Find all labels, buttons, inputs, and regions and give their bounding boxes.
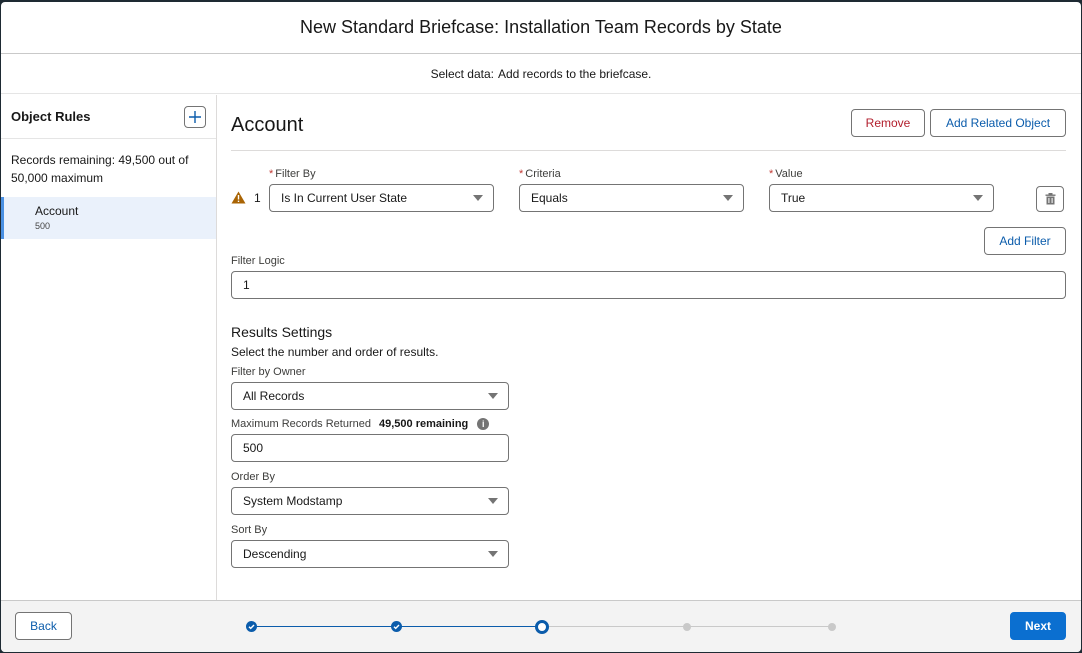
object-rules-sidebar: Object Rules Records remaining: 49,500 o… [1,95,217,600]
add-object-button[interactable] [184,105,206,128]
modal-body: Object Rules Records remaining: 49,500 o… [1,95,1081,600]
step-description: Add records to the briefcase. [497,66,652,81]
progress-connector [686,626,832,627]
order-by-label: Order By [231,471,276,483]
sidebar-item-count: 500 [35,221,51,231]
briefcase-modal: New Standard Briefcase: Installation Tea… [1,2,1081,652]
step-name: Select data: [430,66,494,81]
filter-by-select[interactable]: Is In Current User State [269,184,494,212]
modal-header: New Standard Briefcase: Installation Tea… [1,2,1081,54]
sort-by-select[interactable]: Descending [231,540,509,568]
progress-connector [396,626,542,627]
filter-logic-input[interactable]: 1 [231,271,1066,299]
object-detail-panel: Account Remove Add Related Object 1 * Fil… [217,95,1081,600]
sidebar-title: Object Rules [11,109,91,124]
results-settings-description: Select the number and order of results. [231,345,439,359]
progress-step-completed[interactable] [245,621,257,632]
modal-subheader: Select data: Add records to the briefcas… [1,54,1081,94]
sidebar-item-account[interactable]: Account 500 [1,197,216,239]
chevron-down-icon [473,195,483,201]
warning-icon [231,191,246,204]
value-select[interactable]: True [769,184,994,212]
progress-connector [251,626,397,627]
delete-filter-button[interactable] [1036,186,1064,212]
sort-by-label: Sort By [231,524,268,536]
chevron-down-icon [488,393,498,399]
filter-logic-label: Filter Logic [231,255,285,267]
object-title: Account [231,114,304,136]
chevron-down-icon [488,498,498,504]
check-icon [248,624,255,630]
modal-title: New Standard Briefcase: Installation Tea… [300,17,782,37]
filter-by-owner-select[interactable]: All Records [231,382,509,410]
chevron-down-icon [723,195,733,201]
check-icon [393,624,400,630]
add-related-object-button[interactable]: Add Related Object [930,108,1066,137]
progress-indicator [1,601,1081,652]
filter-row: 1 * Filter By Is In Current User State * C… [231,151,1066,221]
progress-step-upcoming[interactable] [828,622,836,631]
max-records-input[interactable]: 500 [231,434,509,462]
records-remaining-badge: 49,500 remaining [379,418,469,430]
max-records-label: Maximum Records Returned [231,418,371,430]
progress-connector [541,626,687,627]
records-remaining: Records remaining: 49,500 out of 50,000 … [11,153,189,185]
filter-by-owner-label: Filter by Owner [231,366,306,378]
criteria-select[interactable]: Equals [519,184,744,212]
progress-step-current[interactable] [534,619,549,634]
max-records-label-row: Maximum Records Returned 49,500 remainin… [231,418,509,430]
info-icon[interactable]: i [477,418,490,430]
filter-by-label: * Filter By [269,168,316,180]
chevron-down-icon [973,195,983,201]
modal-footer: Back Next [1,600,1081,652]
add-filter-button[interactable]: Add Filter [984,227,1066,255]
plus-icon [189,110,201,123]
results-settings-heading: Results Settings [231,324,333,340]
remove-button[interactable]: Remove [851,108,925,137]
sidebar-item-label: Account [35,204,79,218]
chevron-down-icon [488,551,498,557]
order-by-select[interactable]: System Modstamp [231,487,509,515]
trash-icon [1045,193,1055,205]
progress-step-completed[interactable] [390,621,402,632]
progress-step-upcoming[interactable] [682,622,691,631]
filter-index: 1 [254,191,261,205]
sidebar-header: Object Rules [1,95,216,139]
next-button[interactable]: Next [1010,612,1066,640]
criteria-label: * Criteria [519,168,561,180]
object-header: Account Remove Add Related Object [231,95,1066,151]
value-label: * Value [769,168,803,180]
